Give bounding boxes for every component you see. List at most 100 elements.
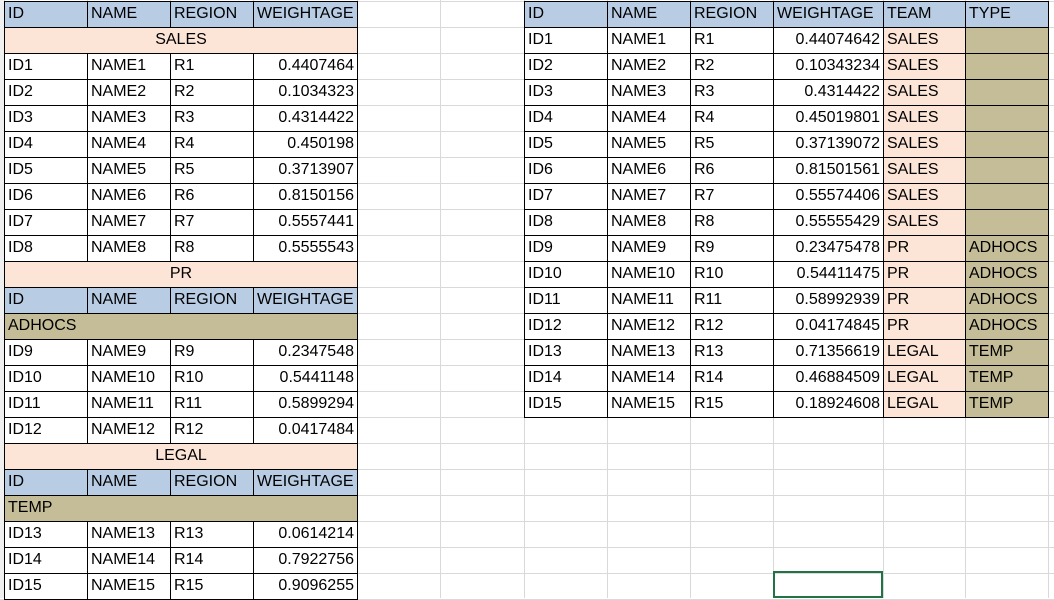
cell-name[interactable]: NAME11: [87, 391, 171, 418]
cell-id[interactable]: ID8: [524, 209, 608, 236]
cell-weightage[interactable]: 0.4314422: [773, 79, 884, 106]
cell-region[interactable]: R4: [690, 105, 774, 132]
cell-weightage[interactable]: 0.3713907: [253, 157, 358, 184]
cell-region[interactable]: R10: [690, 261, 774, 288]
cell-region[interactable]: R3: [170, 105, 254, 132]
cell-id[interactable]: ID3: [524, 79, 608, 106]
cell-region[interactable]: R13: [170, 521, 254, 548]
cell-region[interactable]: R8: [170, 235, 254, 262]
selected-cell[interactable]: [773, 571, 883, 598]
header-weightage[interactable]: WEIGHTAGE: [253, 1, 358, 28]
cell-name[interactable]: NAME14: [87, 547, 171, 574]
cell-name[interactable]: NAME10: [607, 261, 691, 288]
cell-name[interactable]: NAME1: [607, 27, 691, 54]
cell-region[interactable]: R3: [690, 79, 774, 106]
cell-type[interactable]: TEMP: [965, 365, 1049, 392]
cell-name[interactable]: NAME11: [607, 287, 691, 314]
cell-id[interactable]: ID6: [524, 157, 608, 184]
cell-id[interactable]: ID12: [524, 313, 608, 340]
cell-name[interactable]: NAME7: [607, 183, 691, 210]
cell-team[interactable]: SALES: [883, 209, 966, 236]
cell-weightage[interactable]: 0.5557441: [253, 209, 358, 236]
cell-weightage[interactable]: 0.46884509: [773, 365, 884, 392]
cell-name[interactable]: NAME7: [87, 209, 171, 236]
cell-weightage[interactable]: 0.0614214: [253, 521, 358, 548]
cell-region[interactable]: R15: [690, 391, 774, 418]
cell-team[interactable]: LEGAL: [883, 365, 966, 392]
cell-weightage[interactable]: 0.4407464: [253, 53, 358, 80]
cell-id[interactable]: ID13: [524, 339, 608, 366]
cell-name[interactable]: NAME8: [87, 235, 171, 262]
cell-weightage[interactable]: 0.23475478: [773, 235, 884, 262]
cell-name[interactable]: NAME15: [87, 573, 171, 600]
cell-type[interactable]: [965, 105, 1049, 132]
cell-weightage[interactable]: 0.0417484: [253, 417, 358, 444]
cell-name[interactable]: NAME4: [607, 105, 691, 132]
header-region[interactable]: REGION: [170, 287, 254, 314]
cell-type[interactable]: TEMP: [965, 339, 1049, 366]
cell-region[interactable]: R5: [170, 157, 254, 184]
cell-team[interactable]: PR: [883, 261, 966, 288]
cell-type[interactable]: [965, 79, 1049, 106]
cell-region[interactable]: R6: [170, 183, 254, 210]
cell-team[interactable]: SALES: [883, 53, 966, 80]
cell-region[interactable]: R14: [690, 365, 774, 392]
cell-name[interactable]: NAME8: [607, 209, 691, 236]
cell-weightage[interactable]: 0.71356619: [773, 339, 884, 366]
cell-region[interactable]: R9: [690, 235, 774, 262]
cell-weightage[interactable]: 0.5555543: [253, 235, 358, 262]
header-name[interactable]: NAME: [87, 287, 171, 314]
cell-region[interactable]: R13: [690, 339, 774, 366]
cell-team[interactable]: PR: [883, 313, 966, 340]
type-section-temp[interactable]: TEMP: [4, 495, 358, 522]
cell-weightage[interactable]: 0.5441148: [253, 365, 358, 392]
cell-type[interactable]: [965, 53, 1049, 80]
cell-id[interactable]: ID15: [524, 391, 608, 418]
header-id[interactable]: ID: [4, 1, 88, 28]
cell-id[interactable]: ID6: [4, 183, 88, 210]
cell-name[interactable]: NAME2: [607, 53, 691, 80]
team-section-pr[interactable]: PR: [4, 261, 358, 288]
cell-name[interactable]: NAME14: [607, 365, 691, 392]
cell-id[interactable]: ID4: [4, 131, 88, 158]
cell-name[interactable]: NAME5: [607, 131, 691, 158]
header-region[interactable]: REGION: [690, 1, 774, 28]
cell-region[interactable]: R12: [690, 313, 774, 340]
cell-weightage[interactable]: 0.4314422: [253, 105, 358, 132]
cell-id[interactable]: ID12: [4, 417, 88, 444]
cell-region[interactable]: R10: [170, 365, 254, 392]
cell-region[interactable]: R9: [170, 339, 254, 366]
cell-id[interactable]: ID15: [4, 573, 88, 600]
cell-type[interactable]: [965, 27, 1049, 54]
header-weightage[interactable]: WEIGHTAGE: [253, 287, 358, 314]
cell-name[interactable]: NAME6: [607, 157, 691, 184]
header-region[interactable]: REGION: [170, 1, 254, 28]
cell-weightage[interactable]: 0.7922756: [253, 547, 358, 574]
type-section-adhocs[interactable]: ADHOCS: [4, 313, 358, 340]
cell-id[interactable]: ID14: [524, 365, 608, 392]
cell-region[interactable]: R2: [690, 53, 774, 80]
cell-weightage[interactable]: 0.55555429: [773, 209, 884, 236]
cell-weightage[interactable]: 0.45019801: [773, 105, 884, 132]
cell-region[interactable]: R6: [690, 157, 774, 184]
cell-weightage[interactable]: 0.9096255: [253, 573, 358, 600]
cell-id[interactable]: ID8: [4, 235, 88, 262]
cell-team[interactable]: SALES: [883, 105, 966, 132]
cell-team[interactable]: PR: [883, 235, 966, 262]
cell-region[interactable]: R7: [170, 209, 254, 236]
header-name[interactable]: NAME: [87, 1, 171, 28]
cell-id[interactable]: ID14: [4, 547, 88, 574]
cell-id[interactable]: ID11: [4, 391, 88, 418]
cell-team[interactable]: LEGAL: [883, 339, 966, 366]
cell-region[interactable]: R12: [170, 417, 254, 444]
cell-weightage[interactable]: 0.44074642: [773, 27, 884, 54]
header-name[interactable]: NAME: [607, 1, 691, 28]
cell-name[interactable]: NAME13: [87, 521, 171, 548]
cell-team[interactable]: SALES: [883, 183, 966, 210]
cell-id[interactable]: ID11: [524, 287, 608, 314]
cell-id[interactable]: ID1: [524, 27, 608, 54]
cell-name[interactable]: NAME2: [87, 79, 171, 106]
cell-id[interactable]: ID2: [524, 53, 608, 80]
header-weightage[interactable]: WEIGHTAGE: [773, 1, 884, 28]
cell-type[interactable]: [965, 183, 1049, 210]
